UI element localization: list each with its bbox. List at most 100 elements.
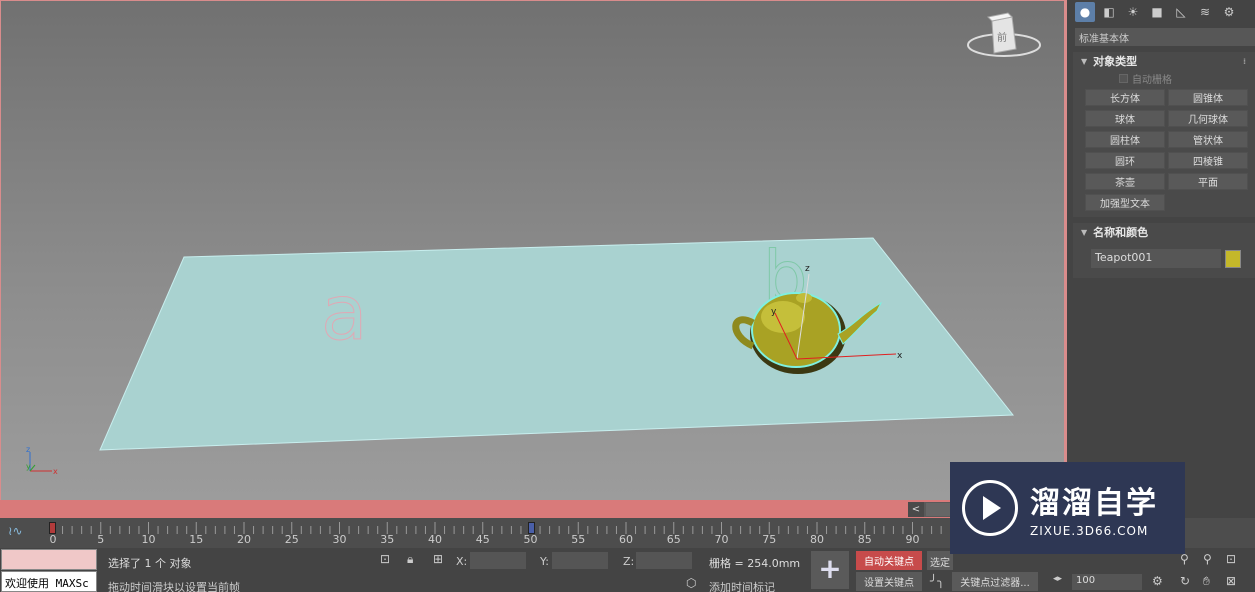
timeline-tick-label: 70 (714, 533, 729, 546)
object-color-swatch[interactable] (1225, 249, 1241, 268)
add-time-tag[interactable]: 添加时间标记 (709, 579, 775, 592)
zoom-all-icon[interactable]: ⚲ (1203, 552, 1212, 566)
scroll-left-icon[interactable]: < (908, 502, 924, 517)
timeline-tick-label: 35 (380, 533, 395, 546)
command-panel-tabs: ● ◧ ☀ ■ ◺ ≋ ⚙ (1067, 0, 1255, 24)
x-coord-field[interactable] (470, 552, 526, 569)
teapot-button[interactable]: 茶壶 (1085, 173, 1165, 190)
object-type-rollout: ▼ 对象类型 ⁞ 自动栅格 长方体 圆锥体 球体 几何球体 圆柱体 管状体 圆环… (1073, 52, 1255, 217)
extra-tab-icon[interactable]: ⚙ (1219, 2, 1239, 22)
tube-button[interactable]: 管状体 (1168, 131, 1248, 148)
lock-selection-icon[interactable]: 🔒︎ (407, 552, 413, 567)
box-button[interactable]: 长方体 (1085, 89, 1165, 106)
timeline-tick-label: 90 (905, 533, 920, 546)
orbit-icon[interactable]: ↻ (1180, 574, 1190, 588)
zoom-icon[interactable]: ⚲ (1180, 552, 1189, 566)
prompt-hint: 拖动时间滑块以设置当前帧 (108, 581, 240, 592)
pyramid-button[interactable]: 四棱锥 (1168, 152, 1248, 169)
text-object-a: a (321, 268, 368, 357)
command-panel: ● ◧ ☀ ■ ◺ ≋ ⚙ 标准基本体 ▼ 对象类型 ⁞ 自动栅格 长方体 圆锥… (1066, 0, 1255, 520)
pan-icon[interactable]: ✋︎ (1203, 574, 1210, 589)
timeline-tick-label: 75 (762, 533, 777, 546)
autogrid-checkbox[interactable]: 自动栅格 (1073, 70, 1255, 86)
frame-stepper-icon[interactable]: ◂▸ (1053, 574, 1062, 584)
maxscript-listener[interactable]: 欢迎使用 MAXSc (1, 571, 97, 592)
svg-text:x: x (53, 467, 58, 476)
grid-size: 栅格 = 254.0mm (709, 557, 801, 570)
utilities-tab-icon[interactable]: ≋ (1195, 2, 1215, 22)
zoom-extents-icon[interactable]: ⊡ (1226, 552, 1236, 566)
object-type-buttons: 长方体 圆锥体 球体 几何球体 圆柱体 管状体 圆环 四棱锥 茶壶 平面 加强型… (1073, 86, 1255, 217)
cylinder-button[interactable]: 圆柱体 (1085, 131, 1165, 148)
motion-tab-icon[interactable]: ■ (1147, 2, 1167, 22)
plane-button[interactable]: 平面 (1168, 173, 1248, 190)
geosphere-button[interactable]: 几何球体 (1168, 110, 1248, 127)
auto-key-button[interactable]: 自动关键点 (856, 551, 922, 570)
viewcube[interactable]: 前 (964, 7, 1044, 67)
plane-object (99, 237, 1015, 451)
checkbox-icon[interactable] (1119, 73, 1128, 83)
hierarchy-tab-icon[interactable]: ☀ (1123, 2, 1143, 22)
timeline-tick-label: 55 (571, 533, 586, 546)
timeline-tick-label: 40 (428, 533, 442, 546)
timeline-tick-label: 80 (810, 533, 824, 546)
object-type-header[interactable]: ▼ 对象类型 ⁞ (1073, 52, 1255, 70)
sphere-button[interactable]: 球体 (1085, 110, 1165, 127)
selection-status: 选择了 1 个 对象 (108, 557, 192, 570)
name-color-header[interactable]: ▼ 名称和颜色 (1073, 223, 1255, 241)
maxscript-listener-top[interactable] (1, 549, 97, 570)
timeline-ticks (52, 522, 952, 534)
time-tag-icon[interactable]: ⬡ (686, 576, 696, 590)
x-coord-label: X: (456, 555, 468, 568)
timeline-tick-label: 50 (523, 533, 538, 546)
category-dropdown[interactable]: 标准基本体 (1075, 28, 1255, 46)
maximize-viewport-icon[interactable]: ⊠ (1226, 574, 1236, 588)
timeline-tick-label: 65 (666, 533, 681, 546)
watermark-title: 溜溜自学 (1030, 486, 1158, 521)
object-type-title: 对象类型 (1093, 55, 1138, 68)
svg-text:z: z (26, 445, 30, 454)
timeline-tick-label: 25 (284, 533, 299, 546)
timeline-tick-label: 60 (619, 533, 633, 546)
timeline-tick-label: 15 (189, 533, 204, 546)
display-tab-icon[interactable]: ◺ (1171, 2, 1191, 22)
time-slider-bar[interactable] (0, 500, 1066, 518)
svg-text:y: y (771, 307, 777, 317)
name-color-title: 名称和颜色 (1093, 226, 1149, 239)
timeline-tick-label: 0 (49, 533, 57, 546)
absolute-mode-icon[interactable]: ⊞ (433, 552, 443, 566)
status-bar: 欢迎使用 MAXSc 选择了 1 个 对象 拖动时间滑块以设置当前帧 ⊡ 🔒︎ … (0, 548, 1255, 592)
timeline-track[interactable]: 0 5 10 15 20 25 30 35 40 45 50 55 60 65 70 75 80 85 90 (45, 520, 955, 546)
time-config-icon[interactable]: ⚙ (1152, 574, 1163, 588)
timeline-tick-label: 45 (475, 533, 490, 546)
object-name-field[interactable]: Teapot001 (1091, 249, 1221, 268)
current-frame-field[interactable]: 100 (1072, 574, 1142, 590)
timeline-tick-label: 20 (237, 533, 251, 546)
svg-text:z: z (805, 264, 810, 274)
key-mode-icon[interactable]: ╯╮ (930, 574, 944, 588)
watermark-logo: 溜溜自学 ZIXUE.3D66.COM (950, 462, 1185, 554)
key-filters-button[interactable]: 关键点过滤器... (952, 572, 1038, 591)
name-color-rollout: ▼ 名称和颜色 Teapot001 (1073, 223, 1255, 278)
collapse-triangle-icon: ▼ (1081, 56, 1088, 66)
timeline-tick-label: 85 (857, 533, 872, 546)
set-key-button[interactable]: 设置关键点 (856, 572, 922, 591)
play-logo-icon (962, 480, 1018, 536)
z-coord-field[interactable] (636, 552, 692, 569)
isolate-selection-icon[interactable]: ⊡ (380, 552, 390, 566)
curve-editor-icon[interactable]: ≀∿ (8, 524, 23, 538)
textplus-button[interactable]: 加强型文本 (1085, 194, 1165, 211)
create-tab-icon[interactable]: ● (1075, 2, 1095, 22)
scroll-thumb[interactable] (926, 503, 950, 516)
collapse-triangle-icon: ▼ (1081, 227, 1088, 237)
torus-button[interactable]: 圆环 (1085, 152, 1165, 169)
timeline-tick-label: 10 (141, 533, 156, 546)
y-coord-field[interactable] (552, 552, 608, 569)
perspective-viewport[interactable]: a b x z y x z y 前 (0, 0, 1066, 500)
svg-text:y: y (26, 462, 31, 471)
svg-text:x: x (897, 351, 903, 361)
set-key-plus-icon[interactable]: + (811, 551, 849, 589)
scene-canvas: a b x z y x z y (26, 236, 1015, 476)
modify-tab-icon[interactable]: ◧ (1099, 2, 1119, 22)
cone-button[interactable]: 圆锥体 (1168, 89, 1248, 106)
